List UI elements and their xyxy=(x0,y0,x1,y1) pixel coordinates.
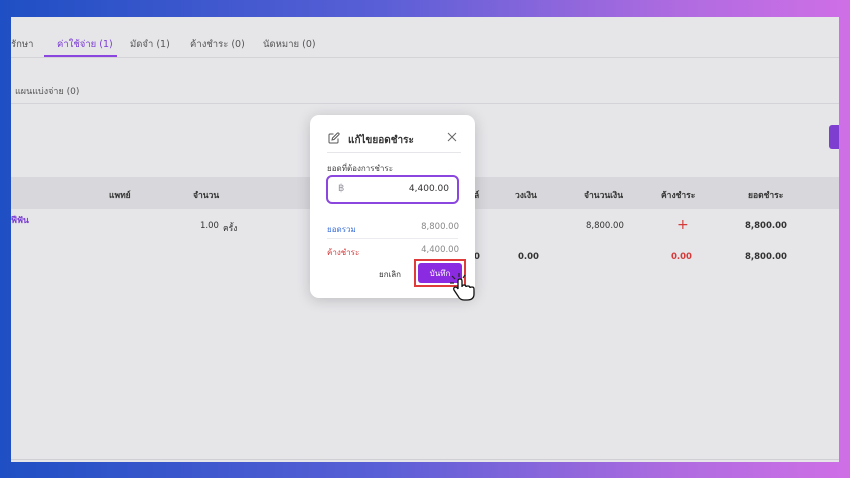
tab-deposit[interactable]: มัดจำ (1) xyxy=(130,37,170,52)
close-icon[interactable] xyxy=(446,131,458,143)
cancel-button[interactable]: ยกเลิก xyxy=(379,268,401,281)
row-qty: 1.00 xyxy=(200,221,219,231)
divider xyxy=(327,152,461,153)
tab-bar: รักษา ค่าใช้จ่าย (1) มัดจำ (1) ค้างชำระ … xyxy=(11,17,839,58)
header-doctor: แพทย์ xyxy=(109,191,131,201)
divider xyxy=(11,103,839,104)
header-outstanding: ค้างชำระ xyxy=(661,191,696,201)
edit-icon xyxy=(328,132,340,144)
total-limit: 0.00 xyxy=(518,252,539,262)
side-action-button[interactable] xyxy=(829,125,839,149)
tab-treatment[interactable]: รักษา xyxy=(11,37,33,52)
hand-pointer-icon xyxy=(450,273,475,301)
outstanding-label: ค้างชำระ xyxy=(327,248,360,257)
plus-icon[interactable]: + xyxy=(677,218,689,232)
divider xyxy=(11,459,839,460)
header-amount: จำนวนเงิน xyxy=(584,191,624,201)
amount-input-value: 4,400.00 xyxy=(408,184,449,194)
header-balance: ยอดชำระ xyxy=(748,191,784,201)
baht-icon: ฿ xyxy=(338,183,345,194)
modal-title: แก้ไขยอดชำระ xyxy=(348,135,414,146)
total-outstanding: 0.00 xyxy=(671,252,692,262)
tab-appointments[interactable]: นัดหมาย (0) xyxy=(263,37,316,52)
active-tab-indicator xyxy=(44,55,117,57)
header-quantity: จำนวน xyxy=(193,191,220,201)
total-value: 8,800.00 xyxy=(421,222,459,232)
row-item-name[interactable]: ฟีฟัน xyxy=(11,213,29,227)
row-unit: ครั้ง xyxy=(223,224,238,234)
tab-outstanding[interactable]: ค้างชำระ (0) xyxy=(190,37,245,52)
total-balance: 8,800.00 xyxy=(745,252,787,262)
tab-expenses[interactable]: ค่าใช้จ่าย (1) xyxy=(57,37,113,52)
header-limit: วงเงิน xyxy=(515,191,537,201)
amount-input[interactable]: ฿ 4,400.00 xyxy=(326,175,459,204)
row-amount: 8,800.00 xyxy=(586,221,624,231)
outstanding-value: 4,400.00 xyxy=(421,245,459,255)
total-label: ยอดรวม xyxy=(327,225,356,234)
edit-payment-modal: แก้ไขยอดชำระ ยอดที่ต้องการชำระ ฿ 4,400.0… xyxy=(310,115,475,298)
amount-field-label: ยอดที่ต้องการชำระ xyxy=(327,164,394,173)
row-balance: 8,800.00 xyxy=(745,221,787,231)
divider xyxy=(327,238,458,239)
subtab-installment-plan[interactable]: แผนแบ่งจ่าย (0) xyxy=(15,84,79,98)
